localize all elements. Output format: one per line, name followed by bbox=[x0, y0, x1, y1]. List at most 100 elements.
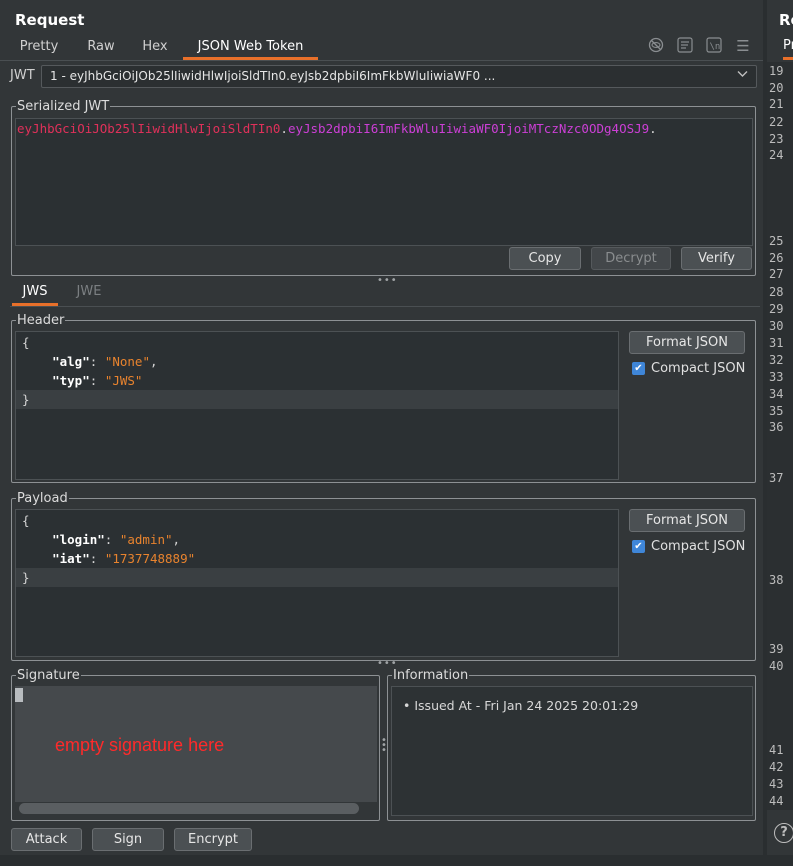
json-value: "1737748889" bbox=[104, 551, 196, 566]
response-line-gutter bbox=[767, 62, 793, 810]
line-number: 35 bbox=[769, 404, 784, 418]
text-cursor bbox=[15, 688, 23, 702]
line-number: 31 bbox=[769, 336, 784, 350]
request-title: Request bbox=[15, 11, 85, 29]
payload-legend: Payload bbox=[17, 491, 68, 506]
sign-button[interactable]: Sign bbox=[92, 828, 164, 851]
brace-open: { bbox=[22, 513, 30, 528]
checkbox-check-icon: ✔ bbox=[632, 540, 645, 553]
information-item: • Issued At - Fri Jan 24 2025 20:01:29 bbox=[403, 698, 638, 713]
status-bar bbox=[0, 855, 793, 866]
json-value: "JWS" bbox=[104, 373, 143, 388]
brace-close: } bbox=[22, 570, 30, 585]
json-key: "alg" bbox=[52, 354, 90, 369]
json-comma: , bbox=[172, 532, 181, 547]
line-number: 22 bbox=[769, 115, 784, 129]
line-number: 34 bbox=[769, 387, 784, 401]
checkbox-check-icon: ✔ bbox=[632, 362, 645, 375]
information-legend: Information bbox=[393, 668, 469, 683]
brace-close: } bbox=[22, 392, 30, 407]
line-number: 41 bbox=[769, 743, 784, 757]
signature-scrollbar[interactable] bbox=[19, 803, 359, 814]
line-number: 43 bbox=[769, 777, 784, 791]
tab-jwe[interactable]: JWE bbox=[66, 284, 112, 306]
jwt-separator: . bbox=[280, 121, 288, 136]
help-icon[interactable]: ? bbox=[774, 823, 793, 843]
jwt-select[interactable]: 1 - eyJhbGciOiJOb25lIiwidHlwIjoiSldTIn0.… bbox=[41, 65, 757, 88]
compact-json-label: Compact JSON bbox=[651, 539, 746, 554]
verify-button[interactable]: Verify bbox=[681, 247, 752, 270]
line-number: 38 bbox=[769, 573, 784, 587]
copy-button[interactable]: Copy bbox=[509, 247, 581, 270]
payload-compact-json-checkbox[interactable]: ✔ Compact JSON bbox=[632, 539, 745, 554]
response-tab-pretty[interactable]: Pretty bbox=[783, 38, 793, 60]
line-number: 28 bbox=[769, 285, 784, 299]
jwt-payload-segment: eyJsb2dpbiI6ImFkbWluIiwiaWF0IjoiMTczNzc0… bbox=[287, 121, 650, 136]
line-number: 19 bbox=[769, 64, 784, 78]
json-value: "None" bbox=[104, 354, 150, 369]
line-number: 23 bbox=[769, 132, 784, 146]
decrypt-button[interactable]: Decrypt bbox=[591, 247, 671, 270]
json-comma: , bbox=[149, 354, 158, 369]
svg-text:\n: \n bbox=[710, 42, 721, 52]
line-number: 27 bbox=[769, 267, 784, 281]
line-number: 25 bbox=[769, 234, 784, 248]
jwt-separator-end: . bbox=[649, 121, 657, 136]
line-number: 30 bbox=[769, 319, 784, 333]
json-sep: : bbox=[89, 551, 105, 566]
line-number: 32 bbox=[769, 353, 784, 367]
jwt-label: JWT bbox=[10, 68, 35, 83]
header-format-json-button[interactable]: Format JSON bbox=[629, 331, 745, 354]
tab-jws[interactable]: JWS bbox=[12, 284, 58, 306]
json-sep: : bbox=[104, 532, 120, 547]
wrap-icon[interactable] bbox=[676, 37, 694, 55]
line-number: 44 bbox=[769, 794, 784, 808]
header-json: { "alg": "None", "typ": "JWS" } bbox=[16, 333, 618, 409]
line-number: 40 bbox=[769, 659, 784, 673]
json-value: "admin" bbox=[119, 532, 173, 547]
signature-annotation: empty signature here bbox=[55, 735, 225, 755]
signature-legend: Signature bbox=[17, 668, 80, 683]
line-number: 42 bbox=[769, 760, 784, 774]
json-sep: : bbox=[89, 373, 105, 388]
line-number: 24 bbox=[769, 148, 784, 162]
hide-icon[interactable] bbox=[647, 37, 665, 55]
line-number: 36 bbox=[769, 420, 784, 434]
newline-icon[interactable]: \n bbox=[705, 37, 723, 55]
response-title: Response bbox=[779, 11, 793, 29]
line-number: 33 bbox=[769, 370, 784, 384]
payload-json: { "login": "admin", "iat": "1737748889" … bbox=[16, 511, 618, 587]
line-number: 29 bbox=[769, 302, 784, 316]
line-number: 39 bbox=[769, 642, 784, 656]
header-legend: Header bbox=[17, 313, 65, 328]
line-number: 37 bbox=[769, 471, 784, 485]
brace-open: { bbox=[22, 335, 30, 350]
split-handle[interactable]: ••• bbox=[377, 276, 397, 286]
jwt-select-value: 1 - eyJhbGciOiJOb25lIiwidHlwIjoiSldTIn0.… bbox=[50, 69, 496, 83]
json-key: "iat" bbox=[52, 551, 90, 566]
tabs-divider bbox=[0, 60, 763, 61]
line-number: 21 bbox=[769, 97, 784, 111]
issued-at-text: Issued At - Fri Jan 24 2025 20:01:29 bbox=[414, 698, 639, 713]
header-compact-json-checkbox[interactable]: ✔ Compact JSON bbox=[632, 361, 745, 376]
vertical-split-handle[interactable]: • • • bbox=[381, 736, 387, 756]
serialized-jwt-legend: Serialized JWT bbox=[17, 99, 110, 114]
tab-pretty[interactable]: Pretty bbox=[10, 38, 68, 60]
bullet-icon: • bbox=[403, 698, 415, 713]
mode-tabs-divider bbox=[10, 306, 760, 307]
chevron-down-icon bbox=[737, 68, 748, 81]
jwt-header-segment: eyJhbGciOiJOb25lIiwidHlwIjoiSldTIn0 bbox=[17, 121, 281, 136]
line-number: 26 bbox=[769, 251, 784, 265]
encrypt-button[interactable]: Encrypt bbox=[174, 828, 252, 851]
payload-format-json-button[interactable]: Format JSON bbox=[629, 509, 745, 532]
json-key: "typ" bbox=[52, 373, 90, 388]
serialized-jwt-editor[interactable]: eyJhbGciOiJOb25lIiwidHlwIjoiSldTIn0.eyJs… bbox=[15, 118, 753, 246]
menu-icon[interactable]: ☰ bbox=[734, 37, 752, 55]
tab-raw[interactable]: Raw bbox=[78, 38, 124, 60]
json-sep: : bbox=[89, 354, 105, 369]
attack-button[interactable]: Attack bbox=[11, 828, 82, 851]
tab-json-web-token[interactable]: JSON Web Token bbox=[183, 38, 318, 60]
response-header-clip: Response Pretty bbox=[767, 0, 793, 60]
tab-hex[interactable]: Hex bbox=[133, 38, 177, 60]
split-handle[interactable]: ••• bbox=[377, 659, 397, 669]
